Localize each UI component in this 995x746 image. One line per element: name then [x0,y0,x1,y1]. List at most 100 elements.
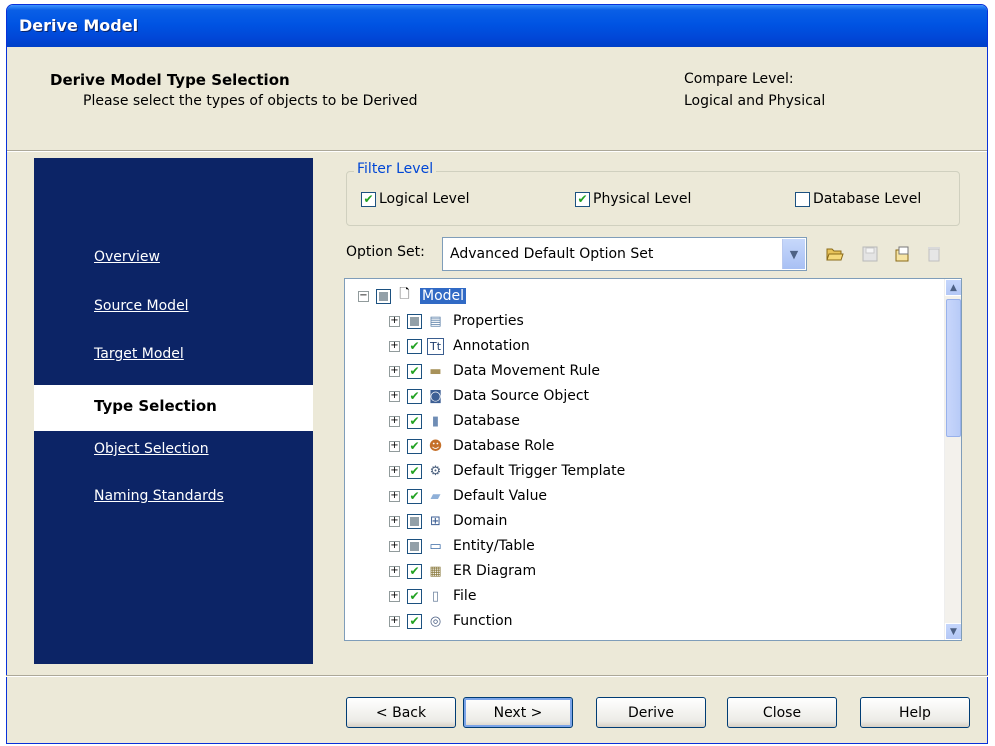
trigger-template-icon: ⚙ [429,463,442,479]
expand-icon[interactable]: + [389,365,400,377]
expand-icon[interactable]: + [389,540,400,552]
page-subtitle: Please select the types of objects to be… [83,93,418,109]
expand-icon[interactable]: + [389,590,400,602]
logical-level-label: Logical Level [379,191,470,207]
tree-row-default-value[interactable]: + ✔ ▰ Default Value [389,484,549,508]
checkbox-checked-icon: ✔ [361,191,376,207]
checkbox-checked-icon[interactable]: ✔ [407,588,422,604]
physical-level-label: Physical Level [593,191,692,207]
checkbox-checked-icon[interactable]: ✔ [407,563,422,579]
checkbox-checked-icon: ✔ [575,191,590,207]
tree-label: Annotation [453,338,530,354]
header-divider [7,150,987,152]
tree-label: Function [453,613,513,629]
data-source-object-icon: ◙ [429,388,442,404]
tree-scrollbar[interactable]: ▲ ▼ [944,279,961,640]
tree-row-default-trigger-template[interactable]: + ✔ ⚙ Default Trigger Template [389,459,627,483]
open-folder-icon[interactable] [826,246,844,262]
tree-label: Default Trigger Template [453,463,626,479]
delete-icon[interactable] [925,246,943,262]
type-tree[interactable]: − 🗋 Model + ▤ Properties + ✔ Tt Annotati… [344,278,962,641]
title-bar[interactable]: Derive Model [7,5,987,47]
wizard-nav: Overview Source Model Target Model Type … [34,158,313,664]
tree-label: Entity/Table [453,538,535,554]
domain-icon: ⊞ [430,513,441,529]
tree-row-data-source-object[interactable]: + ✔ ◙ Data Source Object [389,384,591,408]
tree-label: Database Role [453,438,555,454]
expand-icon[interactable]: + [389,440,400,452]
file-icon: ▯ [431,588,440,604]
checkbox-checked-icon[interactable]: ✔ [407,388,422,404]
tree-row-model[interactable]: − 🗋 Model [358,284,467,308]
expand-icon[interactable]: + [389,340,400,352]
help-button[interactable]: Help [860,697,970,728]
footer-divider [6,675,988,677]
back-button[interactable]: < Back [346,697,456,728]
tree-row-er-diagram[interactable]: + ✔ ▦ ER Diagram [389,559,538,583]
tree-row-database-role[interactable]: + ✔ ☻ Database Role [389,434,556,458]
tree-row-annotation[interactable]: + ✔ Tt Annotation [389,334,532,358]
tree-label: File [453,588,477,604]
checkbox-checked-icon[interactable]: ✔ [407,613,422,629]
nav-target-model[interactable]: Target Model [94,346,184,362]
tree-label: Data Movement Rule [453,363,600,379]
tree-label-model: Model [420,288,467,304]
tree-row-domain[interactable]: + ⊞ Domain [389,509,509,533]
nav-object-selection[interactable]: Object Selection [94,441,209,457]
checkbox-checked-icon[interactable]: ✔ [407,488,422,504]
option-set-dropdown[interactable]: Advanced Default Option Set ▼ [442,237,807,271]
collapse-icon[interactable]: − [358,290,369,302]
close-button[interactable]: Close [727,697,837,728]
tree-row-data-movement-rule[interactable]: + ✔ ▬ Data Movement Rule [389,359,602,383]
expand-icon[interactable]: + [389,465,400,477]
tree-row-properties[interactable]: + ▤ Properties [389,309,526,333]
expand-icon[interactable]: + [389,315,400,327]
checkbox-checked-icon[interactable]: ✔ [407,413,422,429]
database-level-label: Database Level [813,191,922,207]
database-level-checkbox[interactable]: Database Level [795,191,921,207]
expand-icon[interactable]: + [389,415,400,427]
save-icon[interactable] [861,246,879,262]
expand-icon[interactable]: + [389,615,400,627]
tree-label: Domain [453,513,508,529]
window-title: Derive Model [19,16,139,35]
default-value-icon: ▰ [430,488,441,504]
new-icon[interactable] [893,246,911,262]
tree-row-entity-table[interactable]: + ▭ Entity/Table [389,534,537,558]
nav-source-model[interactable]: Source Model [94,298,189,314]
checkbox-unchecked-icon [795,191,810,207]
wizard-header: Derive Model Type Selection Please selec… [7,47,987,150]
checkbox-checked-icon[interactable]: ✔ [407,438,422,454]
checkbox-checked-icon[interactable]: ✔ [407,338,422,354]
scroll-down-icon[interactable]: ▼ [945,623,961,640]
nav-type-selection[interactable]: Type Selection [34,385,313,431]
nav-naming-standards[interactable]: Naming Standards [94,488,224,504]
checkbox-partial-icon[interactable] [407,513,422,529]
chevron-down-icon[interactable]: ▼ [782,239,805,269]
database-role-icon: ☻ [428,438,443,454]
data-movement-rule-icon: ▬ [429,363,442,379]
expand-icon[interactable]: + [389,490,400,502]
annotation-icon: Tt [427,337,444,355]
checkbox-checked-icon[interactable]: ✔ [407,463,422,479]
expand-icon[interactable]: + [389,515,400,527]
expand-icon[interactable]: + [389,390,400,402]
expand-icon[interactable]: + [389,565,400,577]
checkbox-checked-icon[interactable]: ✔ [407,363,422,379]
checkbox-partial-icon[interactable] [407,313,422,329]
logical-level-checkbox[interactable]: ✔ Logical Level [361,191,469,207]
derive-button[interactable]: Derive [596,697,706,728]
compare-level-label: Compare Level: [684,71,794,87]
physical-level-checkbox[interactable]: ✔ Physical Level [575,191,691,207]
tree-label: ER Diagram [453,563,537,579]
tree-row-function[interactable]: + ✔ ◎ Function [389,609,515,633]
scroll-thumb[interactable] [946,299,961,437]
checkbox-partial-icon[interactable] [376,288,391,304]
checkbox-partial-icon[interactable] [407,538,422,554]
tree-row-database[interactable]: + ✔ ▮ Database [389,409,522,433]
nav-overview[interactable]: Overview [94,249,160,265]
scroll-up-icon[interactable]: ▲ [945,279,961,296]
page-title: Derive Model Type Selection [50,71,290,89]
next-button[interactable]: Next > [463,697,573,728]
tree-row-file[interactable]: + ✔ ▯ File [389,584,478,608]
